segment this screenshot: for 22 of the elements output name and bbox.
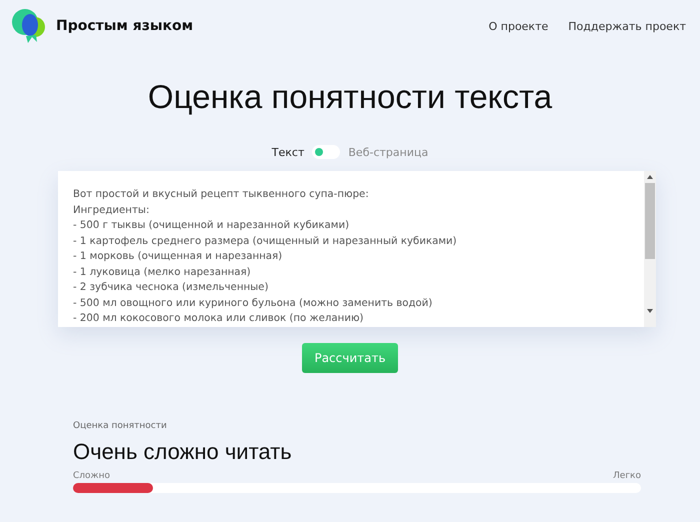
text-line: - 1 морковь (очищенная и нарезанная) [73, 250, 284, 264]
text-line: - 200 мл кокосового молока или сливок (по желанию) [73, 312, 364, 326]
result-label: Оценка понятности [73, 421, 168, 432]
text-line: - 2 зубчика чеснока (измельченные) [73, 281, 270, 296]
nav-link[interactable]: О проекте [488, 20, 548, 32]
nav-link[interactable]: Поддержать проект [568, 20, 686, 32]
scrollbar[interactable] [644, 171, 656, 328]
brand-name[interactable]: Простым языком [56, 18, 194, 34]
result-verdict: Очень сложно читать [73, 439, 293, 466]
text-line: - 500 мл овощного или куриного бульона (можно заменить водой) [73, 296, 434, 311]
text-line: - 1 луковица (мелко нарезанная) [73, 266, 252, 280]
text-line: Ингредиенты: [73, 204, 150, 218]
text-line: - 1 картофель среднего размера (очищенный и нарезанный кубиками) [73, 234, 458, 249]
text-area[interactable] [58, 171, 656, 328]
scale-max-label: Легко [613, 471, 641, 482]
logo-icon [12, 8, 46, 44]
text-line: Вот простой и вкусный рецепт тыквенного супа-пюре: [73, 188, 370, 202]
mode-option[interactable]: Текст [272, 146, 304, 159]
text-line: - 500 г тыквы (очищенной и нарезанной кубиками) [73, 219, 350, 234]
mode-toggle[interactable] [312, 145, 340, 160]
page-title: Оценка понятности текста [146, 79, 554, 116]
scale-min-label: Сложно [73, 471, 110, 482]
